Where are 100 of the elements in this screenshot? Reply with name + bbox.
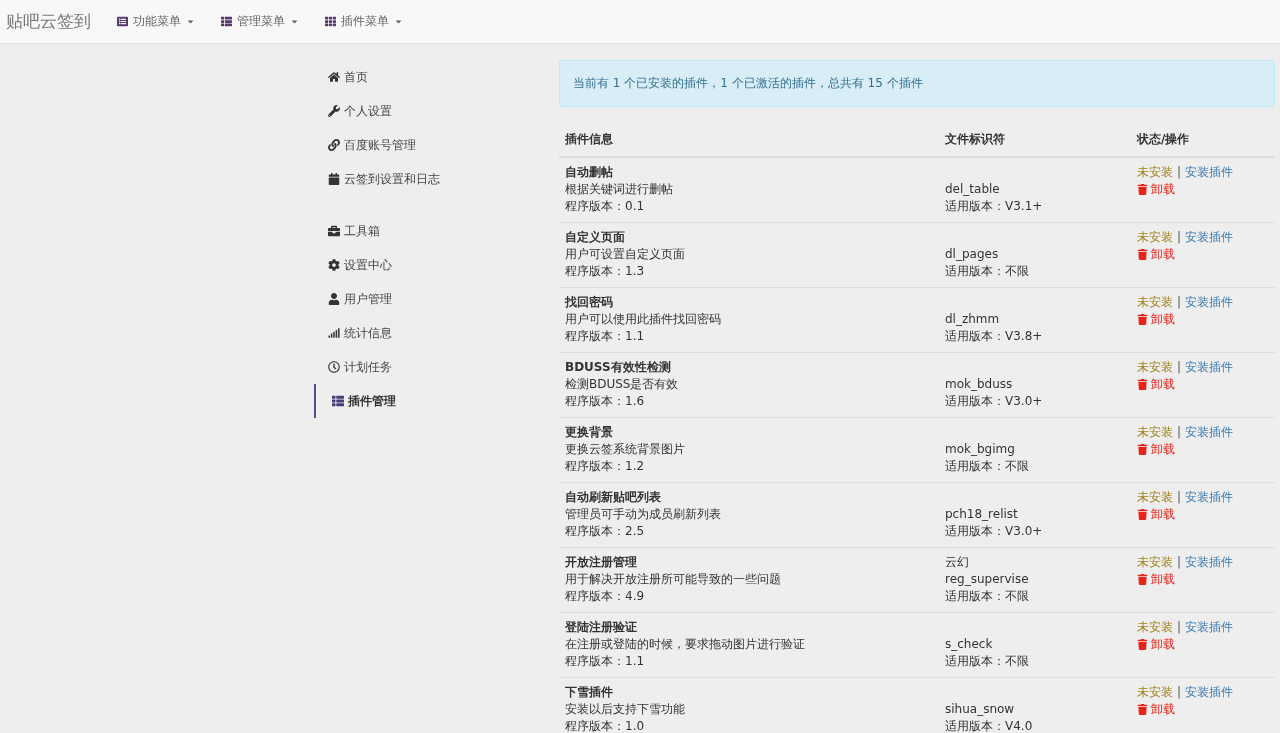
uninstall-link[interactable]: 卸载 <box>1137 376 1269 393</box>
link-icon <box>328 139 340 151</box>
uninstall-link[interactable]: 卸载 <box>1137 181 1269 198</box>
menu-dropdown[interactable]: 功能菜单 <box>117 13 195 30</box>
sidebar-item[interactable]: 首页 <box>314 60 544 94</box>
plugin-version: 程序版本：1.0 <box>565 718 646 733</box>
list-icon <box>117 16 128 27</box>
separator: | <box>1177 294 1182 311</box>
plugin-description: 安装以后支持下雪功能 <box>565 701 686 718</box>
uninstall-link[interactable]: 卸载 <box>1137 246 1269 263</box>
column-header: 文件标识符 <box>945 131 1006 148</box>
install-link[interactable]: 安装插件 <box>1185 619 1234 636</box>
plugin-description: 用户可以使用此插件找回密码 <box>565 311 722 328</box>
compatible-version: 适用版本：不限 <box>945 263 1030 280</box>
trash-icon <box>1137 574 1148 585</box>
bar-chart-icon <box>328 327 340 339</box>
install-status: 未安装 <box>1137 684 1173 701</box>
trash-icon <box>1137 249 1148 260</box>
file-identifier: del_table <box>945 181 1001 198</box>
compatible-version: 适用版本：V3.1+ <box>945 198 1044 215</box>
compatible-version: 适用版本：V3.8+ <box>945 328 1044 345</box>
install-link[interactable]: 安装插件 <box>1185 424 1234 441</box>
trash-icon <box>1137 184 1148 195</box>
separator: | <box>1177 489 1182 506</box>
install-link[interactable]: 安装插件 <box>1185 164 1234 181</box>
install-status: 未安装 <box>1137 164 1173 181</box>
file-identifier: reg_supervise <box>945 571 1030 588</box>
sidebar-item[interactable]: 统计信息 <box>314 316 544 350</box>
separator: | <box>1177 359 1182 376</box>
uninstall-link[interactable]: 卸载 <box>1137 506 1269 523</box>
compatible-version: 适用版本：不限 <box>945 458 1030 475</box>
menu-dropdown[interactable]: 插件菜单 <box>325 13 403 30</box>
plugin-description: 用于解决开放注册所可能导致的一些问题 <box>565 571 782 588</box>
install-status: 未安装 <box>1137 229 1173 246</box>
home-icon <box>328 71 340 83</box>
plugin-name: BDUSS有效性检测 <box>565 359 672 376</box>
trash-icon <box>1137 444 1148 455</box>
install-status: 未安装 <box>1137 294 1173 311</box>
plugin-version: 程序版本：1.1 <box>565 328 646 345</box>
trash-icon <box>1137 314 1148 325</box>
plugin-description: 用户可设置自定义页面 <box>565 246 686 263</box>
sidebar-item[interactable]: 计划任务 <box>314 350 544 384</box>
install-link[interactable]: 安装插件 <box>1185 359 1234 376</box>
install-link[interactable]: 安装插件 <box>1185 229 1234 246</box>
plugin-version: 程序版本：0.1 <box>565 198 646 215</box>
caret-icon <box>394 17 403 26</box>
sidebar-item[interactable]: 设置中心 <box>314 248 544 282</box>
plugin-version: 程序版本：1.1 <box>565 653 646 670</box>
column-header: 状态/操作 <box>1137 131 1191 148</box>
sidebar-item[interactable]: 插件管理 <box>314 384 544 418</box>
wrench-icon <box>328 105 340 117</box>
list-icon <box>332 395 344 407</box>
plugin-name: 找回密码 <box>565 294 614 311</box>
uninstall-link[interactable]: 卸载 <box>1137 441 1269 458</box>
plugin-description: 更换云签系统背景图片 <box>565 441 686 458</box>
plugin-version: 程序版本：1.6 <box>565 393 646 410</box>
file-identifier: sihua_snow <box>945 701 1016 718</box>
install-link[interactable]: 安装插件 <box>1185 684 1234 701</box>
caret-icon <box>290 17 299 26</box>
install-status: 未安装 <box>1137 619 1173 636</box>
plugin-author: 云幻 <box>945 554 970 571</box>
trash-icon <box>1137 379 1148 390</box>
list-icon <box>221 16 232 27</box>
user-icon <box>328 293 340 305</box>
compatible-version: 适用版本：V4.0 <box>945 718 1034 733</box>
trash-icon <box>1137 639 1148 650</box>
uninstall-link[interactable]: 卸载 <box>1137 701 1269 718</box>
plugin-version: 程序版本：4.9 <box>565 588 646 605</box>
file-identifier: s_check <box>945 636 994 653</box>
brand-title: 贴吧云签到 <box>6 10 91 33</box>
plugin-name: 自定义页面 <box>565 229 626 246</box>
sidebar-item[interactable]: 云签到设置和日志 <box>314 162 544 196</box>
install-link[interactable]: 安装插件 <box>1185 489 1234 506</box>
sidebar-item[interactable]: 工具箱 <box>314 214 544 248</box>
menu-dropdown[interactable]: 管理菜单 <box>221 13 299 30</box>
file-identifier: dl_pages <box>945 246 1000 263</box>
install-link[interactable]: 安装插件 <box>1185 294 1234 311</box>
sidebar-item[interactable]: 个人设置 <box>314 94 544 128</box>
separator: | <box>1177 424 1182 441</box>
separator: | <box>1177 164 1182 181</box>
plugin-name: 自动刷新贴吧列表 <box>565 489 662 506</box>
compatible-version: 适用版本：不限 <box>945 588 1030 605</box>
info-alert: 当前有 1 个已安装的插件，1 个已激活的插件，总共有 15 个插件 <box>559 60 1275 107</box>
plugin-name: 登陆注册验证 <box>565 619 638 636</box>
separator: | <box>1177 619 1182 636</box>
install-link[interactable]: 安装插件 <box>1185 554 1234 571</box>
separator: | <box>1177 554 1182 571</box>
briefcase-icon <box>328 225 340 237</box>
trash-icon <box>1137 509 1148 520</box>
plugin-description: 管理员可手动为成员刷新列表 <box>565 506 722 523</box>
plugin-description: 检测BDUSS是否有效 <box>565 376 680 393</box>
sidebar-item[interactable]: 百度账号管理 <box>314 128 544 162</box>
uninstall-link[interactable]: 卸载 <box>1137 311 1269 328</box>
column-header: 插件信息 <box>565 131 614 148</box>
caret-icon <box>186 17 195 26</box>
sidebar-item[interactable]: 用户管理 <box>314 282 544 316</box>
separator: | <box>1177 684 1182 701</box>
uninstall-link[interactable]: 卸载 <box>1137 636 1269 653</box>
plugin-version: 程序版本：1.3 <box>565 263 646 280</box>
uninstall-link[interactable]: 卸载 <box>1137 571 1269 588</box>
